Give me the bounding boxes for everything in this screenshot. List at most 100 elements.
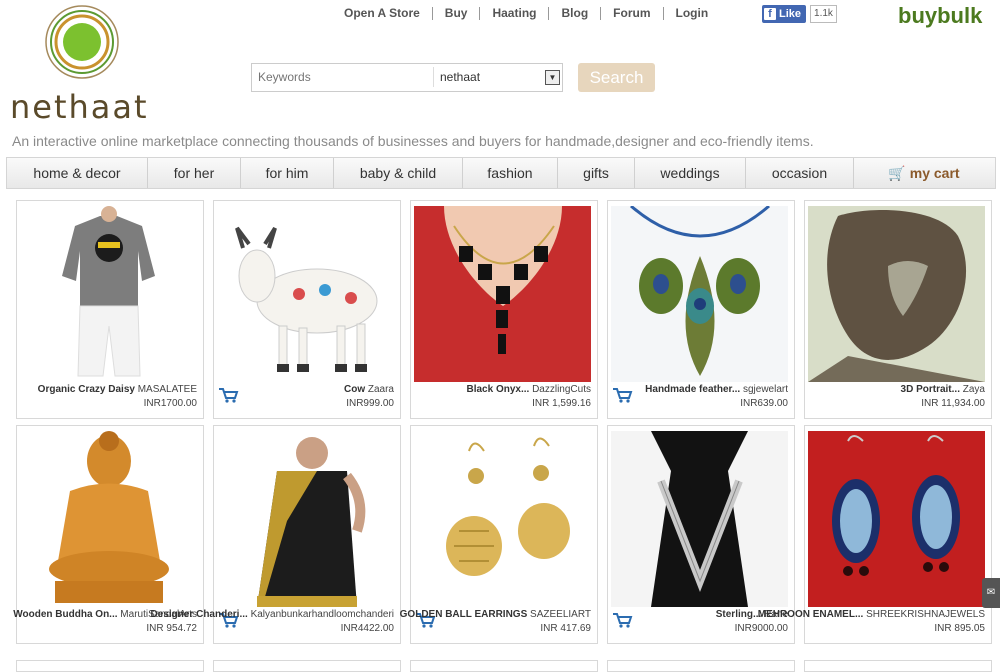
logo-text: nethaat xyxy=(10,88,149,126)
product-image[interactable] xyxy=(808,206,985,382)
product-title[interactable]: GOLDEN BALL EARRINGS xyxy=(400,609,528,620)
nav-open-store[interactable]: Open A Store xyxy=(332,6,433,20)
product-image[interactable] xyxy=(20,431,197,607)
product-seller[interactable]: Zaara xyxy=(368,384,394,395)
product-price: INR9000.00 xyxy=(734,623,788,634)
product-title[interactable]: Cow xyxy=(344,384,365,395)
product-price: INR 954.72 xyxy=(146,623,197,634)
search-box: nethaat ▼ xyxy=(251,63,563,92)
dropdown-arrow-icon[interactable]: ▼ xyxy=(545,70,560,85)
search-scope-value: nethaat xyxy=(440,70,481,84)
nav-login[interactable]: Login xyxy=(664,6,721,20)
product-card[interactable]: Cow Zaara INR999.00 xyxy=(213,200,401,419)
product-seller[interactable]: SAZEELIART xyxy=(530,609,591,620)
product-card[interactable] xyxy=(607,660,795,672)
product-card[interactable]: Handmade feather... sgjewelart INR639.00 xyxy=(607,200,795,419)
product-card[interactable] xyxy=(410,660,598,672)
search-button[interactable]: Search xyxy=(578,63,655,92)
product-seller[interactable]: MASALATEE xyxy=(138,384,197,395)
product-price: INR 11,934.00 xyxy=(921,398,985,409)
product-title-line: Black Onyx... DazzlingCuts xyxy=(466,384,591,395)
category-gifts[interactable]: gifts xyxy=(558,158,635,188)
product-title-line: 3D Portrait... Zaya xyxy=(901,384,985,395)
nethaat-logo[interactable]: nethaat xyxy=(10,4,160,126)
product-price: INR639.00 xyxy=(740,398,788,409)
add-to-cart-icon[interactable] xyxy=(217,387,239,403)
product-price: INR999.00 xyxy=(346,398,394,409)
next-row-cards xyxy=(16,660,992,672)
category-for-her[interactable]: for her xyxy=(148,158,241,188)
product-title-line: Designer Chanderi... Kalyanbunkarhandloo… xyxy=(151,609,394,620)
facebook-like-button[interactable]: f Like xyxy=(762,5,807,23)
category-baby-child[interactable]: baby & child xyxy=(334,158,463,188)
product-seller[interactable]: sgjewelart xyxy=(743,384,788,395)
tagline: An interactive online marketplace connec… xyxy=(12,133,814,149)
product-price: INR4422.00 xyxy=(340,623,394,634)
add-to-cart-icon[interactable] xyxy=(611,387,633,403)
product-image[interactable] xyxy=(20,206,197,382)
product-title[interactable]: Handmade feather... xyxy=(645,384,740,395)
product-card[interactable]: Designer Chanderi... Kalyanbunkarhandloo… xyxy=(151,425,401,644)
top-navigation: Open A Store Buy Haating Blog Forum Logi… xyxy=(332,5,720,21)
category-for-him[interactable]: for him xyxy=(241,158,334,188)
my-cart-label: my cart xyxy=(909,165,960,181)
product-title-line: GOLDEN BALL EARRINGS SAZEELIART xyxy=(400,609,591,620)
search-scope-select[interactable]: nethaat ▼ xyxy=(433,67,562,87)
product-seller[interactable]: Kalyanbunkarhandloomchanderi xyxy=(251,609,394,620)
product-seller[interactable]: SHREEKRISHNAJEWELS xyxy=(866,609,985,620)
product-card[interactable] xyxy=(804,660,992,672)
nav-haating[interactable]: Haating xyxy=(480,6,550,20)
product-grid: Organic Crazy Daisy MASALATEE INR1700.00… xyxy=(13,200,992,644)
product-title[interactable]: 3D Portrait... xyxy=(901,384,960,395)
product-image[interactable] xyxy=(611,206,788,382)
product-image[interactable] xyxy=(217,431,394,607)
product-title[interactable]: Sterling... xyxy=(716,609,762,620)
product-price: INR 417.69 xyxy=(540,623,591,634)
facebook-icon: f xyxy=(764,8,776,20)
category-occasion[interactable]: occasion xyxy=(746,158,854,188)
product-title[interactable]: Wooden Buddha On... xyxy=(13,609,117,620)
product-card[interactable]: GOLDEN BALL EARRINGS SAZEELIART INR 417.… xyxy=(400,425,598,644)
product-title-line: MEHROON ENAMEL... SHREEKRISHNAJEWELS xyxy=(758,609,985,620)
product-card[interactable] xyxy=(213,660,401,672)
product-image[interactable] xyxy=(414,431,591,607)
product-title-line: Cow Zaara xyxy=(344,384,394,395)
product-image[interactable] xyxy=(808,431,985,607)
product-card[interactable] xyxy=(16,660,204,672)
product-title-line: Handmade feather... sgjewelart xyxy=(645,384,788,395)
search-input[interactable] xyxy=(256,69,430,85)
category-home-decor[interactable]: home & decor xyxy=(7,158,148,188)
product-image[interactable] xyxy=(611,431,788,607)
product-image[interactable] xyxy=(217,206,394,382)
product-title[interactable]: Black Onyx... xyxy=(466,384,529,395)
product-image[interactable] xyxy=(414,206,591,382)
facebook-like-count: 1.1k xyxy=(810,5,837,23)
product-price: INR 1,599.16 xyxy=(532,398,591,409)
facebook-like-label: Like xyxy=(779,8,802,20)
feedback-tab[interactable]: ✉ xyxy=(982,578,1000,608)
my-cart-link[interactable]: 🛒 my cart xyxy=(854,158,994,188)
product-title[interactable]: Designer Chanderi... xyxy=(151,609,248,620)
cart-icon: 🛒 xyxy=(888,165,906,181)
product-card[interactable]: 3D Portrait... Zaya INR 11,934.00 xyxy=(804,200,992,419)
category-navigation: home & decor for her for him baby & chil… xyxy=(6,157,996,189)
product-price: INR 895.05 xyxy=(934,623,985,634)
facebook-like: f Like 1.1k xyxy=(762,5,837,23)
nav-buy[interactable]: Buy xyxy=(433,6,481,20)
nav-forum[interactable]: Forum xyxy=(601,6,664,20)
product-seller[interactable]: Zaya xyxy=(963,384,985,395)
product-card[interactable]: MEHROON ENAMEL... SHREEKRISHNAJEWELS INR… xyxy=(758,425,992,644)
product-title[interactable]: Organic Crazy Daisy xyxy=(38,384,135,395)
product-card[interactable]: Black Onyx... DazzlingCuts INR 1,599.16 xyxy=(410,200,598,419)
category-fashion[interactable]: fashion xyxy=(463,158,558,188)
product-title-line: Organic Crazy Daisy MASALATEE xyxy=(38,384,197,395)
logo-rings-icon xyxy=(45,5,119,79)
category-weddings[interactable]: weddings xyxy=(635,158,746,188)
buybulk-link[interactable]: buybulk xyxy=(898,3,982,29)
add-to-cart-icon[interactable] xyxy=(611,612,633,628)
product-seller[interactable]: DazzlingCuts xyxy=(532,384,591,395)
product-card[interactable]: Organic Crazy Daisy MASALATEE INR1700.00 xyxy=(16,200,204,419)
product-price: INR1700.00 xyxy=(143,398,197,409)
nav-blog[interactable]: Blog xyxy=(549,6,602,20)
product-title[interactable]: MEHROON ENAMEL... xyxy=(758,609,864,620)
